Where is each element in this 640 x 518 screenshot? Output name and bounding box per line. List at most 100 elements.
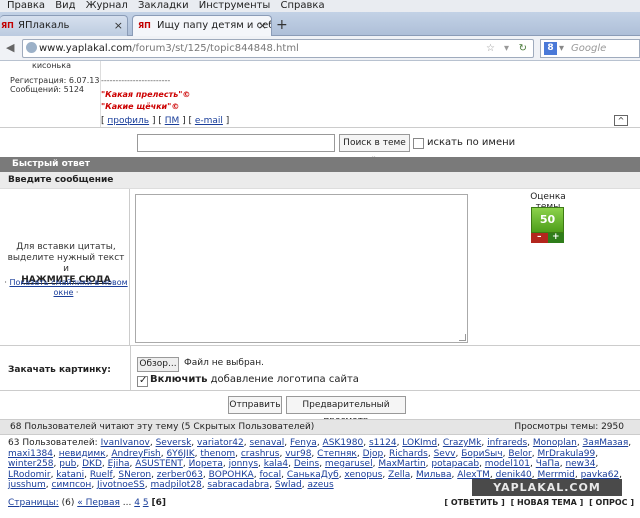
page-5-link[interactable]: 5	[143, 498, 149, 508]
back-icon[interactable]: ◀	[6, 41, 14, 55]
reader-user-link[interactable]: jusshum	[8, 480, 46, 490]
message-textarea[interactable]	[135, 194, 468, 343]
search-engine-dropdown-icon[interactable]: ▾	[559, 40, 564, 57]
bookmark-star-icon[interactable]: ☆	[486, 40, 495, 57]
reader-user-link[interactable]: CrazyMk	[443, 438, 482, 448]
reader-user-link[interactable]: model101	[485, 459, 530, 469]
reader-user-link[interactable]: JivotnoeSS	[97, 480, 145, 490]
tab-topic[interactable]: ЯП Ищу папу детям и себе м... ×	[132, 15, 272, 36]
preview-button[interactable]: Предварительный просмотр	[286, 396, 406, 426]
tab-yaplakal[interactable]: ЯП ЯПлакаль ×	[0, 15, 128, 36]
reader-user-link[interactable]: SNeron	[118, 470, 151, 480]
reader-user-link[interactable]: Swlad	[275, 480, 302, 490]
new-tab-icon[interactable]: +	[276, 17, 288, 33]
send-button[interactable]: Отправить	[228, 396, 282, 414]
reload-icon[interactable]: ↻	[519, 40, 527, 57]
menu-bookmarks[interactable]: Закладки	[138, 0, 189, 12]
reader-user-link[interactable]: Deins	[294, 459, 319, 469]
reader-user-link[interactable]: ВОРОНКА	[209, 470, 254, 480]
reader-user-link[interactable]: LRodomir	[8, 470, 51, 480]
first-page-link[interactable]: « Первая	[77, 498, 120, 508]
close-tab-icon[interactable]: ×	[258, 16, 267, 35]
dropdown-arrow-icon[interactable]: ▾	[504, 40, 509, 57]
reader-user-link[interactable]: kala4	[264, 459, 288, 469]
reader-user-link[interactable]: Fenya	[290, 438, 317, 448]
browse-file-button[interactable]: Обзор...	[137, 357, 179, 372]
pages-label[interactable]: Страницы:	[8, 498, 59, 508]
reader-user-link[interactable]: focal	[259, 470, 281, 480]
site-identity-icon[interactable]	[26, 42, 37, 53]
pm-link[interactable]: ПМ	[165, 116, 180, 126]
email-link[interactable]: e-mail	[195, 116, 223, 126]
reader-user-link[interactable]: Иорета	[189, 459, 223, 469]
reader-user-link[interactable]: MrDrakula99	[538, 449, 596, 459]
poll-button[interactable]: [ ОПРОС ]	[589, 498, 634, 507]
menu-edit[interactable]: Правка	[7, 0, 45, 12]
menu-view[interactable]: Вид	[55, 0, 75, 12]
reader-user-link[interactable]: new34	[565, 459, 595, 469]
rating-plus-button[interactable]: +	[547, 233, 564, 243]
reader-user-link[interactable]: winter258	[8, 459, 54, 469]
reader-user-link[interactable]: БориSыч	[461, 449, 502, 459]
reader-user-link[interactable]: Мильва	[416, 470, 452, 480]
reader-user-link[interactable]: LOKImd	[402, 438, 437, 448]
reader-user-link[interactable]: crashrus	[241, 449, 280, 459]
reader-user-link[interactable]: ЗаяМазая	[583, 438, 629, 448]
reader-user-link[interactable]: 6Y6JIK	[166, 449, 194, 459]
page-4-link[interactable]: 4	[134, 498, 140, 508]
reader-user-link[interactable]: potapacab	[431, 459, 479, 469]
address-bar[interactable]: www.yaplakal.com/forum3/st/125/topic8448…	[22, 39, 534, 58]
reader-user-link[interactable]: Ruelf	[90, 470, 113, 480]
reader-user-link[interactable]: azeus	[307, 480, 333, 490]
reader-user-link[interactable]: vur98	[285, 449, 311, 459]
reader-user-link[interactable]: Ejiha	[108, 459, 130, 469]
reader-user-link[interactable]: katani	[56, 470, 84, 480]
reader-user-link[interactable]: Seversk	[156, 438, 192, 448]
reader-user-link[interactable]: Sevv	[434, 449, 456, 459]
reader-user-link[interactable]: Monoplan	[533, 438, 577, 448]
show-smileys-link[interactable]: Показать смайлики в новом окне	[9, 278, 127, 297]
add-logo-checkbox[interactable]	[137, 375, 148, 387]
rating-minus-button[interactable]: –	[531, 233, 548, 243]
reader-user-link[interactable]: СанькаДуб	[287, 470, 339, 480]
search-by-name-checkbox[interactable]	[413, 138, 424, 149]
reader-user-link[interactable]: thenom	[200, 449, 235, 459]
reader-user-link[interactable]: xenopus	[344, 470, 382, 480]
menu-help[interactable]: Справка	[281, 0, 325, 12]
scroll-to-top-button[interactable]: ^	[614, 115, 628, 126]
reader-user-link[interactable]: variator42	[197, 438, 244, 448]
reader-user-link[interactable]: Djop	[363, 449, 384, 459]
profile-link[interactable]: профиль	[107, 116, 149, 126]
reader-user-link[interactable]: ASUSTENT	[135, 459, 183, 469]
reader-user-link[interactable]: AlexTM	[457, 470, 490, 480]
reader-user-link[interactable]: DKD	[82, 459, 102, 469]
topic-search-button[interactable]: Поиск в теме »	[339, 134, 410, 164]
web-search-box[interactable]: 8 ▾ Google	[540, 39, 640, 58]
reader-user-link[interactable]: megarusel	[325, 459, 373, 469]
reader-user-link[interactable]: Merrmid	[537, 470, 574, 480]
reader-user-link[interactable]: pub	[59, 459, 76, 469]
reader-user-link[interactable]: ASK1980	[323, 438, 364, 448]
search-engine-icon[interactable]: 8	[544, 42, 557, 55]
reader-user-link[interactable]: jonnys	[229, 459, 258, 469]
topic-search-input[interactable]	[137, 134, 335, 152]
new-topic-button[interactable]: [ НОВАЯ ТЕМА ]	[511, 498, 584, 507]
close-tab-icon[interactable]: ×	[114, 16, 123, 35]
reader-user-link[interactable]: zerber063	[157, 470, 203, 480]
reader-user-link[interactable]: sabracadabra	[207, 480, 269, 490]
reader-user-link[interactable]: Zella	[388, 470, 410, 480]
menu-tools[interactable]: Инструменты	[199, 0, 271, 12]
reader-user-link[interactable]: denik40	[496, 470, 532, 480]
reader-user-link[interactable]: madpilot28	[150, 480, 201, 490]
reply-button[interactable]: [ ОТВЕТИТЬ ]	[444, 498, 504, 507]
reader-user-link[interactable]: симпсон	[52, 480, 92, 490]
menu-history[interactable]: Журнал	[86, 0, 128, 12]
reader-user-link[interactable]: IvanIvanov	[101, 438, 150, 448]
reader-user-link[interactable]: s1124	[369, 438, 397, 448]
reader-user-link[interactable]: infrareds	[487, 438, 527, 448]
reader-user-link[interactable]: pavka62	[581, 470, 620, 480]
reader-user-link[interactable]: Belor	[508, 449, 531, 459]
reader-user-link[interactable]: ЧаПа	[536, 459, 560, 469]
reader-user-link[interactable]: maxi1384	[8, 449, 53, 459]
reader-user-link[interactable]: Richards	[389, 449, 428, 459]
